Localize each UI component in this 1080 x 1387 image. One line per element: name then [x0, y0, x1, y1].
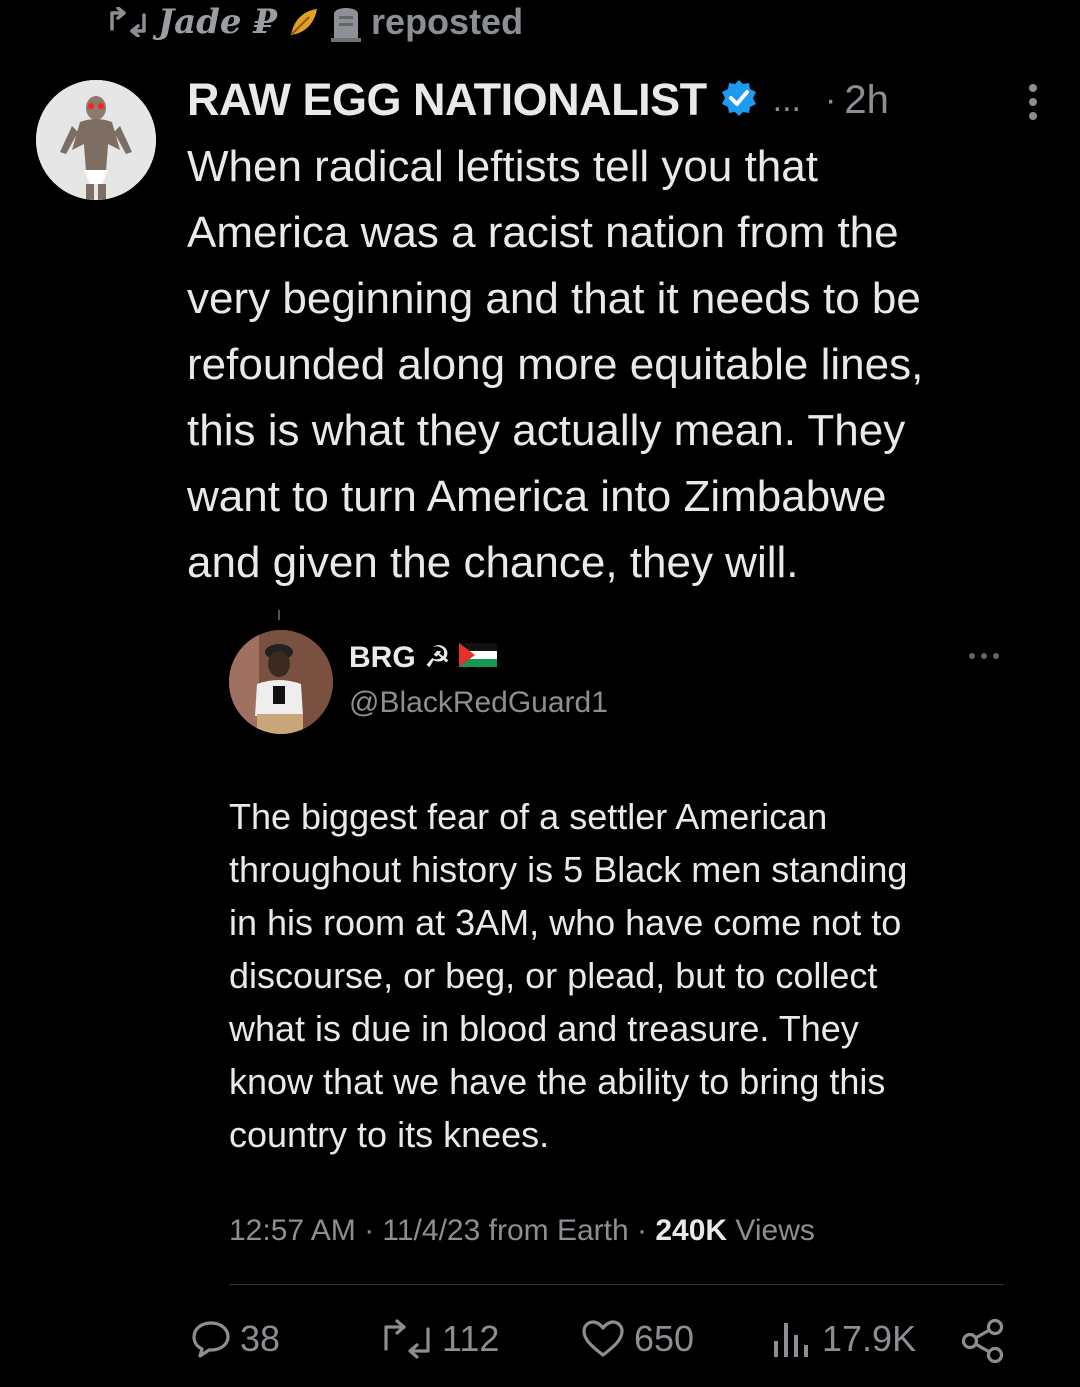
views-button[interactable]: 17.9K — [770, 1318, 916, 1360]
quoted-timestamp[interactable]: 12:57 AM · 11/4/23 from Earth · — [229, 1214, 655, 1247]
time-separator: · — [825, 80, 837, 119]
post-time[interactable]: 2h — [844, 78, 889, 123]
palestine-flag-icon — [458, 641, 497, 675]
reply-count: 38 — [240, 1318, 281, 1359]
action-bar: 38 112 650 17.9K — [190, 1318, 1010, 1378]
quoted-author-name-row[interactable]: BRG ☭ — [349, 640, 497, 675]
like-icon — [580, 1319, 626, 1359]
verified-badge-icon — [719, 78, 759, 123]
quoted-handle[interactable]: @BlackRedGuard1 — [349, 686, 608, 720]
reply-icon — [190, 1319, 232, 1359]
repost-label: reposted — [371, 1, 524, 42]
post-text: When radical leftists tell you that Amer… — [187, 142, 924, 587]
reply-button[interactable]: 38 — [190, 1318, 280, 1360]
quoted-post-meta: 12:57 AM · 11/4/23 from Earth · 240K Vie… — [229, 1214, 815, 1248]
repost-icon — [380, 1319, 434, 1359]
share-button[interactable] — [960, 1318, 1006, 1364]
thread-mark — [278, 610, 280, 620]
quoted-display-name[interactable]: BRG ☭ — [349, 640, 451, 675]
author-avatar[interactable] — [36, 80, 156, 200]
quoted-views-label: Views — [727, 1214, 815, 1247]
name-truncation: ... — [772, 80, 801, 119]
divider — [229, 1284, 1004, 1285]
repost-count: 112 — [442, 1318, 500, 1359]
views-icon — [770, 1319, 814, 1359]
more-vertical-icon[interactable] — [1026, 82, 1040, 127]
leaf-icon — [287, 5, 321, 39]
quoted-author-avatar[interactable] — [229, 630, 333, 734]
repost-icon — [108, 7, 148, 37]
more-horizontal-icon[interactable] — [968, 648, 1000, 666]
reposter-name[interactable]: Jade ₽ — [158, 2, 277, 42]
quoted-post-text: The biggest fear of a settler American t… — [229, 796, 908, 1155]
quoted-views-count: 240K — [655, 1214, 728, 1247]
repost-button[interactable]: 112 — [380, 1318, 499, 1360]
repost-context[interactable]: Jade ₽ reposted — [108, 0, 523, 44]
tombstone-icon — [331, 2, 362, 42]
views-count: 17.9K — [822, 1318, 917, 1359]
like-button[interactable]: 650 — [580, 1318, 694, 1360]
author-display-name[interactable]: RAW EGG NATIONALIST — [187, 74, 707, 126]
post-header: RAW EGG NATIONALIST ... · 2h — [187, 72, 1040, 128]
like-count: 650 — [634, 1318, 695, 1359]
share-icon — [960, 1318, 1006, 1364]
